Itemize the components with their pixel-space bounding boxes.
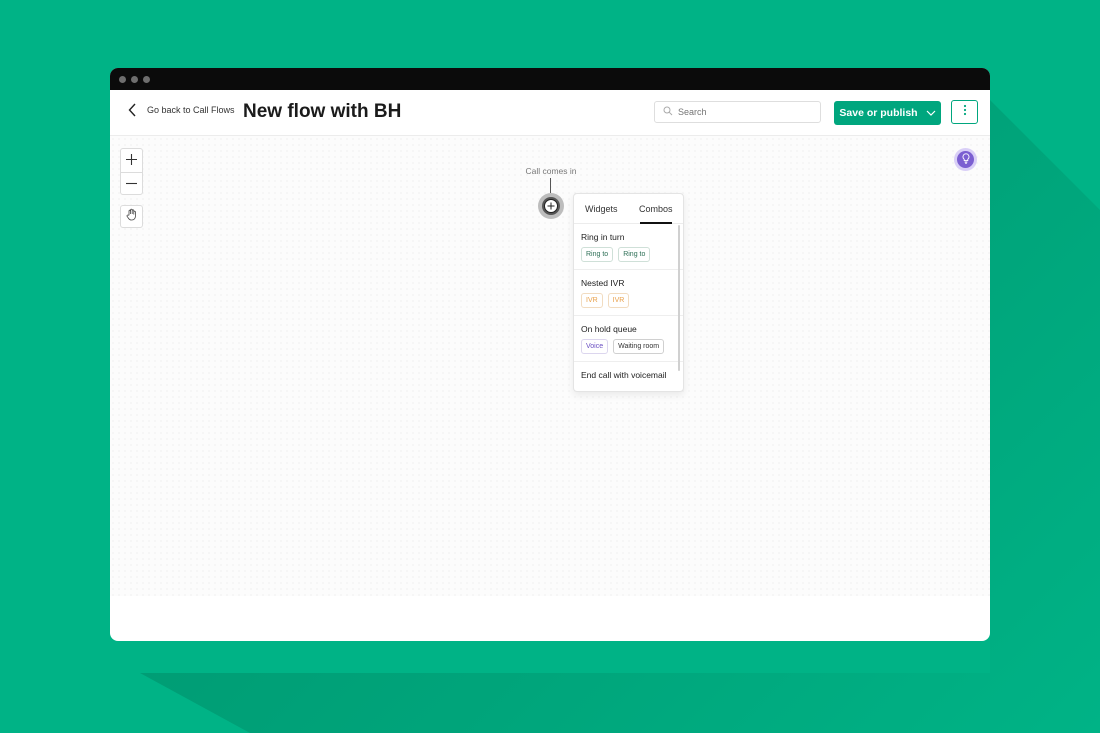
combo-chips: IVR IVR	[581, 293, 676, 308]
page-header: Go back to Call Flows New flow with BH S…	[110, 90, 990, 136]
tips-button-inner	[957, 151, 974, 168]
chevron-left-icon	[128, 103, 137, 117]
tab-combos[interactable]: Combos	[629, 194, 684, 224]
combo-chip[interactable]: Ring to	[581, 247, 614, 262]
tips-button[interactable]	[954, 148, 977, 171]
save-or-publish-button[interactable]: Save or publish	[834, 101, 941, 125]
back-link[interactable]: Go back to Call Flows	[128, 103, 235, 117]
popover-tabs: Widgets Combos	[574, 194, 683, 224]
minus-icon	[126, 176, 137, 194]
combo-chip[interactable]: Voice	[581, 339, 609, 354]
combo-item[interactable]: End call with voicemail	[574, 362, 683, 391]
combo-chips: Ring to Ring to	[581, 247, 676, 262]
save-or-publish-label: Save or publish	[839, 107, 918, 119]
start-node-label: Call comes in	[525, 166, 577, 176]
lightbulb-icon	[962, 151, 970, 169]
window-dot-minimize[interactable]	[131, 75, 138, 83]
combo-chip[interactable]: Ring to	[618, 247, 651, 262]
add-step-popover: Widgets Combos Ring in turn Ring to Ring…	[573, 193, 684, 392]
add-step-ring	[542, 197, 560, 215]
zoom-out-button[interactable]	[121, 173, 142, 196]
combo-chip[interactable]: Waiting room	[613, 339, 665, 354]
flow-canvas[interactable]: Call comes in Widgets Combos Ring in tur…	[110, 136, 990, 596]
hand-icon	[126, 208, 138, 226]
add-step-button[interactable]	[538, 193, 564, 219]
plus-icon	[126, 152, 137, 170]
search-box[interactable]	[654, 101, 821, 123]
page-title: New flow with BH	[243, 101, 402, 122]
combo-chip[interactable]: IVR	[581, 293, 603, 308]
chevron-down-icon	[926, 107, 936, 119]
search-input[interactable]	[678, 107, 808, 117]
search-icon	[663, 103, 673, 121]
add-node-icon	[544, 199, 558, 213]
combo-title: On hold queue	[581, 324, 637, 334]
window-dot-close[interactable]	[119, 75, 126, 83]
back-link-label: Go back to Call Flows	[147, 105, 235, 115]
popover-scrollbar[interactable]	[678, 225, 680, 371]
app-window: Go back to Call Flows New flow with BH S…	[110, 68, 990, 641]
pan-tool-button[interactable]	[120, 205, 143, 228]
kebab-menu-icon	[963, 103, 967, 121]
combo-item[interactable]: On hold queue Voice Waiting room	[574, 316, 683, 362]
window-titlebar	[110, 68, 990, 90]
combo-title: End call with voicemail	[581, 370, 667, 380]
flow-connector	[550, 178, 551, 193]
combo-title: Nested IVR	[581, 278, 625, 288]
combo-item[interactable]: Nested IVR IVR IVR	[574, 270, 683, 316]
combo-title: Ring in turn	[581, 232, 625, 242]
window-dot-maximize[interactable]	[143, 75, 150, 83]
tab-widgets[interactable]: Widgets	[574, 194, 629, 223]
zoom-in-button[interactable]	[121, 149, 142, 172]
combo-item[interactable]: Ring in turn Ring to Ring to	[574, 224, 683, 270]
combo-chips: Voice Waiting room	[581, 339, 676, 354]
combo-chip[interactable]: IVR	[607, 293, 630, 308]
more-options-button[interactable]	[951, 100, 978, 124]
zoom-controls	[120, 148, 143, 195]
